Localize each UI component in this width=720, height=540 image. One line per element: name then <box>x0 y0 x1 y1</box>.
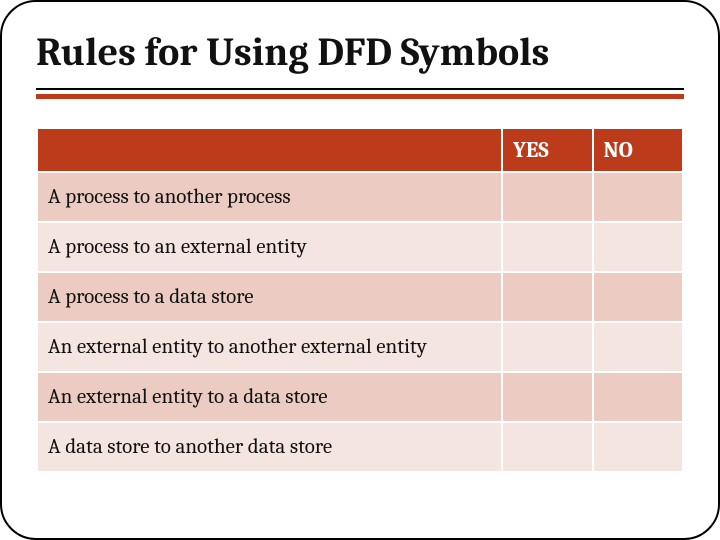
title-underline-thin <box>36 88 684 90</box>
table-row: A process to another process <box>37 172 683 222</box>
table-row: An external entity to a data store <box>37 372 683 422</box>
rule-desc: A process to a data store <box>37 272 502 322</box>
rule-desc: A data store to another data store <box>37 422 502 472</box>
table-row: A process to an external entity <box>37 222 683 272</box>
rule-no <box>593 222 683 272</box>
rule-no <box>593 172 683 222</box>
table-row: An external entity to another external e… <box>37 322 683 372</box>
rule-yes <box>502 322 592 372</box>
rule-yes <box>502 422 592 472</box>
rule-yes <box>502 272 592 322</box>
rule-no <box>593 372 683 422</box>
rule-yes <box>502 222 592 272</box>
rule-yes <box>502 372 592 422</box>
rule-desc: An external entity to another external e… <box>37 322 502 372</box>
title-underline-accent <box>36 94 684 99</box>
header-blank <box>37 128 502 172</box>
rule-no <box>593 322 683 372</box>
slide-frame: Rules for Using DFD Symbols YES NO A pro… <box>0 0 720 540</box>
rule-desc: A process to another process <box>37 172 502 222</box>
slide-title: Rules for Using DFD Symbols <box>36 30 684 80</box>
rule-desc: A process to an external entity <box>37 222 502 272</box>
table-row: A process to a data store <box>37 272 683 322</box>
table-row: A data store to another data store <box>37 422 683 472</box>
rule-yes <box>502 172 592 222</box>
rule-no <box>593 422 683 472</box>
rules-table: YES NO A process to another process A pr… <box>36 127 684 473</box>
table-header-row: YES NO <box>37 128 683 172</box>
header-no: NO <box>593 128 683 172</box>
header-yes: YES <box>502 128 592 172</box>
rule-no <box>593 272 683 322</box>
rule-desc: An external entity to a data store <box>37 372 502 422</box>
